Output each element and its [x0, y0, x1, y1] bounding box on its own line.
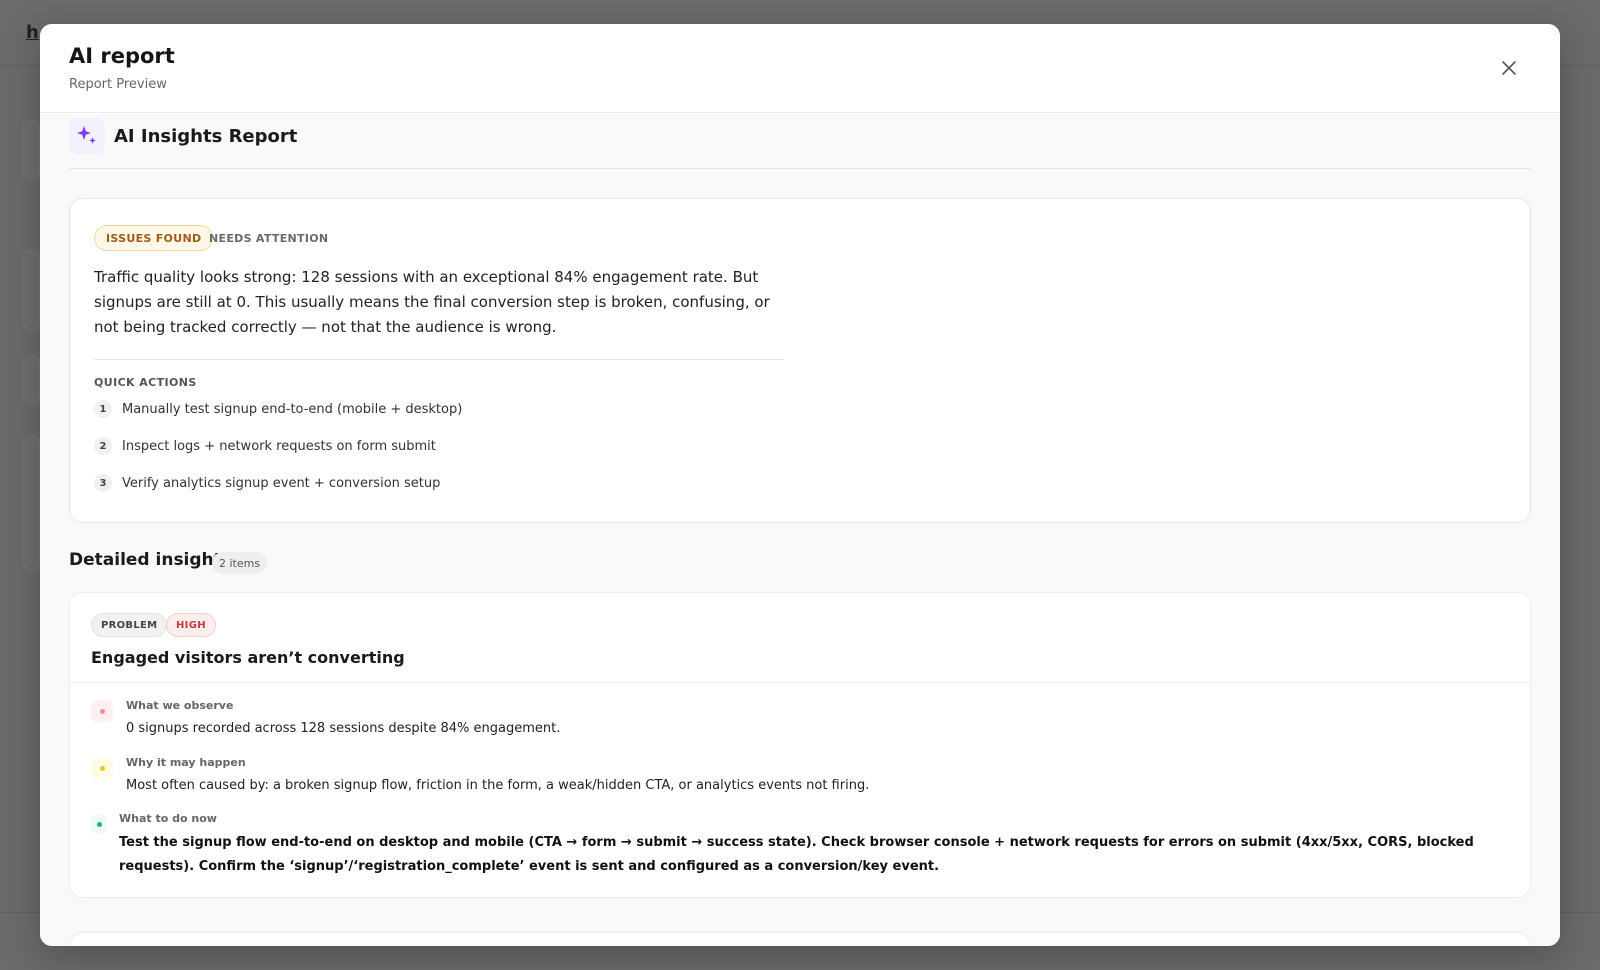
- report-header: AI Insights Report: [69, 114, 1531, 169]
- quick-action-number: 2: [94, 437, 112, 455]
- summary-text: Traffic quality looks strong: 128 sessio…: [94, 268, 770, 336]
- why-dot-icon: [91, 757, 113, 779]
- modal-subtitle: Report Preview: [69, 77, 167, 92]
- todo-label: What to do now: [119, 812, 217, 825]
- quick-action-item: 3 Verify analytics signup event + conver…: [94, 473, 440, 493]
- quick-action-text: Inspect logs + network requests on form …: [122, 438, 436, 454]
- modal-body[interactable]: AI Insights Report ISSUES FOUND NEEDS AT…: [40, 114, 1560, 946]
- close-button[interactable]: [1498, 57, 1520, 79]
- status-note: NEEDS ATTENTION: [209, 232, 329, 245]
- quick-action-item: 2 Inspect logs + network requests on for…: [94, 436, 436, 456]
- close-icon: [1502, 61, 1516, 75]
- observe-dot-icon: [91, 700, 113, 722]
- insights-count-badge: 2 items: [212, 552, 268, 574]
- todo-text: Test the signup flow end-to-end on deskt…: [119, 835, 1474, 874]
- divider: [94, 359, 784, 360]
- why-label: Why it may happen: [126, 756, 246, 769]
- status-badge: ISSUES FOUND: [94, 225, 214, 251]
- quick-action-text: Verify analytics signup event + conversi…: [122, 475, 441, 491]
- modal-header: AI report Report Preview: [40, 24, 1560, 113]
- report-title: AI Insights Report: [114, 126, 298, 147]
- why-text: Most often caused by: a broken signup fl…: [126, 778, 870, 793]
- ai-report-modal: AI report Report Preview AI Insights Rep…: [40, 24, 1560, 946]
- todo-dot-icon: [91, 814, 107, 834]
- quick-action-item: 1 Manually test signup end-to-end (mobil…: [94, 399, 462, 419]
- observe-label: What we observe: [126, 699, 234, 712]
- quick-action-number: 3: [94, 474, 112, 492]
- sparkle-icon: [69, 118, 105, 154]
- background-card: [22, 250, 40, 330]
- insight-card: PROBLEM HIGH Engaged visitors aren’t con…: [69, 592, 1531, 898]
- modal-title: AI report: [69, 44, 175, 68]
- background-card: [22, 355, 40, 405]
- quick-actions-heading: QUICK ACTIONS: [94, 376, 197, 389]
- insight-title: Engaged visitors aren’t converting: [91, 648, 405, 667]
- background-card: [22, 120, 40, 180]
- insight-type-tag: PROBLEM: [91, 613, 168, 637]
- insight-card-partial: [69, 932, 1531, 946]
- background-logo: h: [26, 22, 39, 43]
- background-card: [22, 435, 40, 570]
- detailed-insights-heading: Detailed insights: [69, 550, 232, 570]
- quick-action-text: Manually test signup end-to-end (mobile …: [122, 401, 463, 417]
- quick-action-number: 1: [94, 400, 112, 418]
- summary-card: ISSUES FOUND NEEDS ATTENTION Traffic qua…: [69, 198, 1531, 523]
- observe-text: 0 signups recorded across 128 sessions d…: [126, 721, 561, 736]
- insight-severity-tag: HIGH: [166, 613, 216, 637]
- divider: [70, 682, 1530, 683]
